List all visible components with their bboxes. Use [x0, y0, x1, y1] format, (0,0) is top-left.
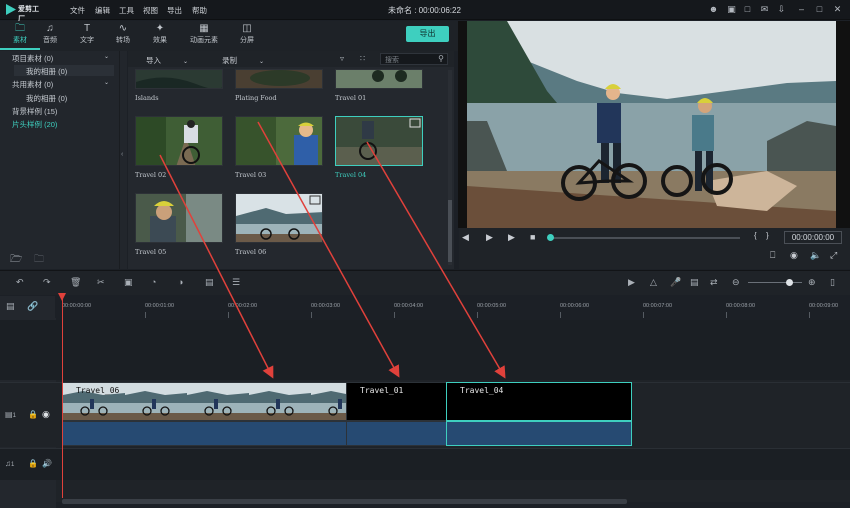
arrow-travel-04: [366, 141, 506, 379]
arrow-travel-06: [159, 154, 274, 379]
annotation-arrows: [159, 121, 506, 379]
